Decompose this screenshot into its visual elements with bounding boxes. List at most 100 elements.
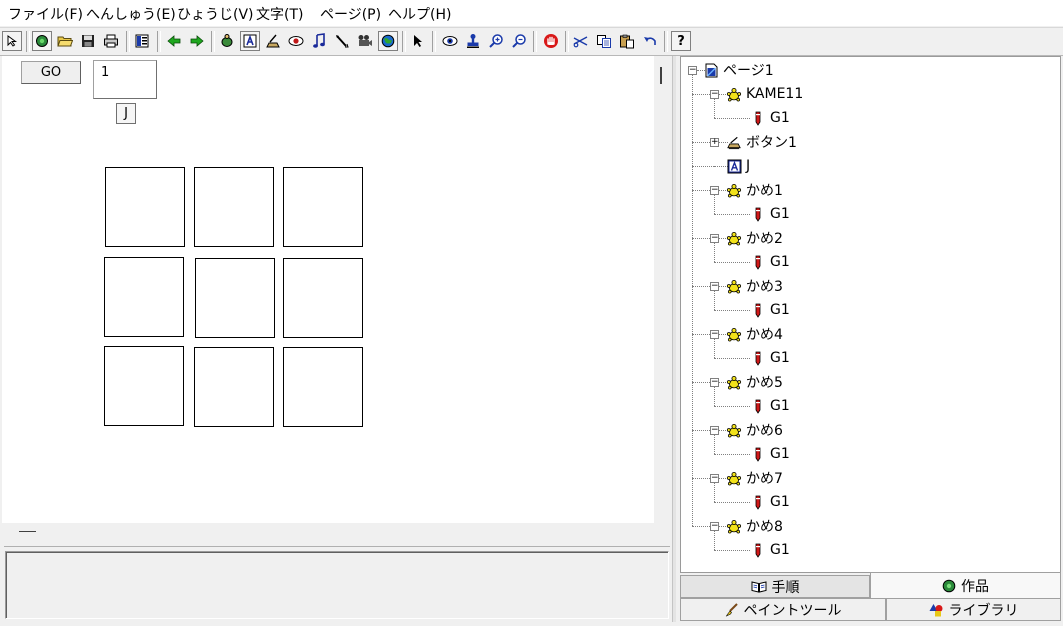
tree-node[interactable]: かめ2 — [726, 228, 783, 248]
tree-node[interactable]: G1 — [750, 348, 790, 368]
grid-cell[interactable] — [105, 167, 185, 247]
tree-node[interactable]: J — [726, 156, 750, 176]
stamp-icon[interactable] — [463, 31, 483, 51]
print-icon[interactable] — [101, 31, 121, 51]
tree-node[interactable]: G1 — [750, 300, 790, 320]
tree-node-label: かめ7 — [746, 471, 783, 487]
collapse-toggle-icon[interactable]: − — [710, 378, 719, 387]
previous-page-arrow-icon[interactable] — [164, 31, 184, 51]
tab-procedure[interactable]: 手順 — [680, 575, 870, 598]
menu-file[interactable]: ファイル(F) — [8, 4, 83, 24]
collapse-toggle-icon[interactable]: − — [710, 330, 719, 339]
world-globe-icon[interactable] — [378, 31, 398, 51]
copy-icon[interactable] — [594, 31, 614, 51]
grid-cell[interactable] — [194, 167, 274, 247]
tree-node[interactable]: G1 — [750, 540, 790, 560]
tree-node-label: かめ5 — [746, 375, 783, 391]
pointer-arrow-icon[interactable] — [2, 31, 22, 51]
grid-cell[interactable] — [283, 258, 363, 338]
stage-canvas[interactable]: GO 1 J — [2, 56, 654, 523]
tree-node[interactable]: G1 — [750, 204, 790, 224]
text-tool-icon[interactable] — [240, 31, 260, 51]
pen-icon — [750, 398, 766, 414]
music-note-icon[interactable] — [309, 31, 329, 51]
grid-cell[interactable] — [283, 167, 363, 247]
tree-node[interactable]: G1 — [750, 444, 790, 464]
grid-cell[interactable] — [195, 258, 275, 338]
menu-edit[interactable]: へんしゅう(E) — [86, 4, 176, 24]
collapse-toggle-icon[interactable]: − — [710, 234, 719, 243]
tab-work[interactable]: 作品 — [870, 572, 1061, 598]
tree-node[interactable]: ページ1 — [703, 60, 774, 80]
menu-page[interactable]: ページ(P) — [320, 4, 381, 24]
save-disk-icon[interactable] — [78, 31, 98, 51]
tree-node[interactable]: かめ7 — [726, 468, 783, 488]
paste-clipboard-icon[interactable] — [617, 31, 637, 51]
turtle-icon — [726, 182, 742, 198]
tree-node[interactable]: G1 — [750, 108, 790, 128]
new-work-icon[interactable] — [32, 31, 52, 51]
collapse-toggle-icon[interactable]: − — [710, 474, 719, 483]
open-folder-icon[interactable] — [55, 31, 75, 51]
grid-cell[interactable] — [104, 346, 184, 426]
page-icon — [703, 62, 719, 78]
layout-panel-icon[interactable] — [132, 31, 152, 51]
grid-cell[interactable] — [104, 257, 184, 337]
help-icon[interactable]: ? — [671, 31, 691, 51]
tree-connector — [714, 435, 715, 454]
tree-node[interactable]: かめ3 — [726, 276, 783, 296]
collapse-toggle-icon[interactable]: − — [710, 186, 719, 195]
tree-node[interactable]: G1 — [750, 396, 790, 416]
collapse-toggle-icon[interactable]: − — [710, 282, 719, 291]
turtle-tool-icon[interactable] — [217, 31, 237, 51]
grid-cell[interactable] — [283, 347, 363, 427]
horizontal-scrollbar-thumb[interactable] — [19, 531, 36, 532]
book-icon — [751, 580, 767, 593]
splitter-handle[interactable] — [672, 56, 676, 622]
cut-scissors-icon[interactable] — [571, 31, 591, 51]
tree-node[interactable]: G1 — [750, 492, 790, 512]
pen-tool-icon[interactable] — [332, 31, 352, 51]
button-icon — [726, 134, 742, 150]
turtle-icon — [726, 278, 742, 294]
tree-node[interactable]: KAME11 — [726, 84, 803, 104]
select-cursor-icon[interactable] — [408, 31, 428, 51]
tree-node-label: G1 — [770, 542, 790, 558]
zoom-in-icon[interactable] — [486, 31, 506, 51]
collapse-toggle-icon[interactable]: − — [710, 90, 719, 99]
movie-camera-icon[interactable] — [355, 31, 375, 51]
grid-cell[interactable] — [194, 347, 274, 427]
menu-text[interactable]: 文字(T) — [256, 4, 303, 24]
j-text-object[interactable]: J — [116, 103, 136, 124]
menu-view[interactable]: ひょうじ(V) — [177, 4, 254, 24]
menu-help[interactable]: ヘルプ(H) — [388, 4, 451, 24]
view-eye-icon[interactable] — [440, 31, 460, 51]
expand-toggle-icon[interactable]: + — [710, 138, 719, 147]
tree-node-label: かめ1 — [746, 183, 783, 199]
tree-node[interactable]: かめ5 — [726, 372, 783, 392]
button-tool-icon[interactable] — [263, 31, 283, 51]
tab-library[interactable]: ライブラリ — [886, 598, 1061, 621]
tree-node[interactable]: かめ6 — [726, 420, 783, 440]
collapse-toggle-icon[interactable]: − — [710, 522, 719, 531]
tree-node[interactable]: かめ4 — [726, 324, 783, 344]
next-page-arrow-icon[interactable] — [187, 31, 207, 51]
zoom-out-icon[interactable] — [509, 31, 529, 51]
toolbar-separator — [565, 31, 569, 52]
go-button[interactable]: GO — [21, 61, 81, 84]
tree-node[interactable]: かめ1 — [726, 180, 783, 200]
tree-node[interactable]: かめ8 — [726, 516, 783, 536]
collapse-toggle-icon[interactable]: − — [710, 426, 719, 435]
stop-hand-icon[interactable] — [541, 31, 561, 51]
collapse-toggle-icon[interactable]: − — [688, 66, 697, 75]
turtle-icon — [726, 86, 742, 102]
tab-paint-tool[interactable]: ペイントツール — [680, 598, 886, 621]
tree-node[interactable]: ボタン1 — [726, 132, 797, 152]
number-field[interactable]: 1 — [93, 60, 157, 99]
undo-arrow-icon[interactable] — [640, 31, 660, 51]
tree-node[interactable]: G1 — [750, 252, 790, 272]
vertical-scrollbar-thumb[interactable] — [660, 67, 662, 84]
toolbar-separator — [432, 31, 436, 52]
tree-node-label: かめ3 — [746, 279, 783, 295]
eye-sensor-icon[interactable] — [286, 31, 306, 51]
